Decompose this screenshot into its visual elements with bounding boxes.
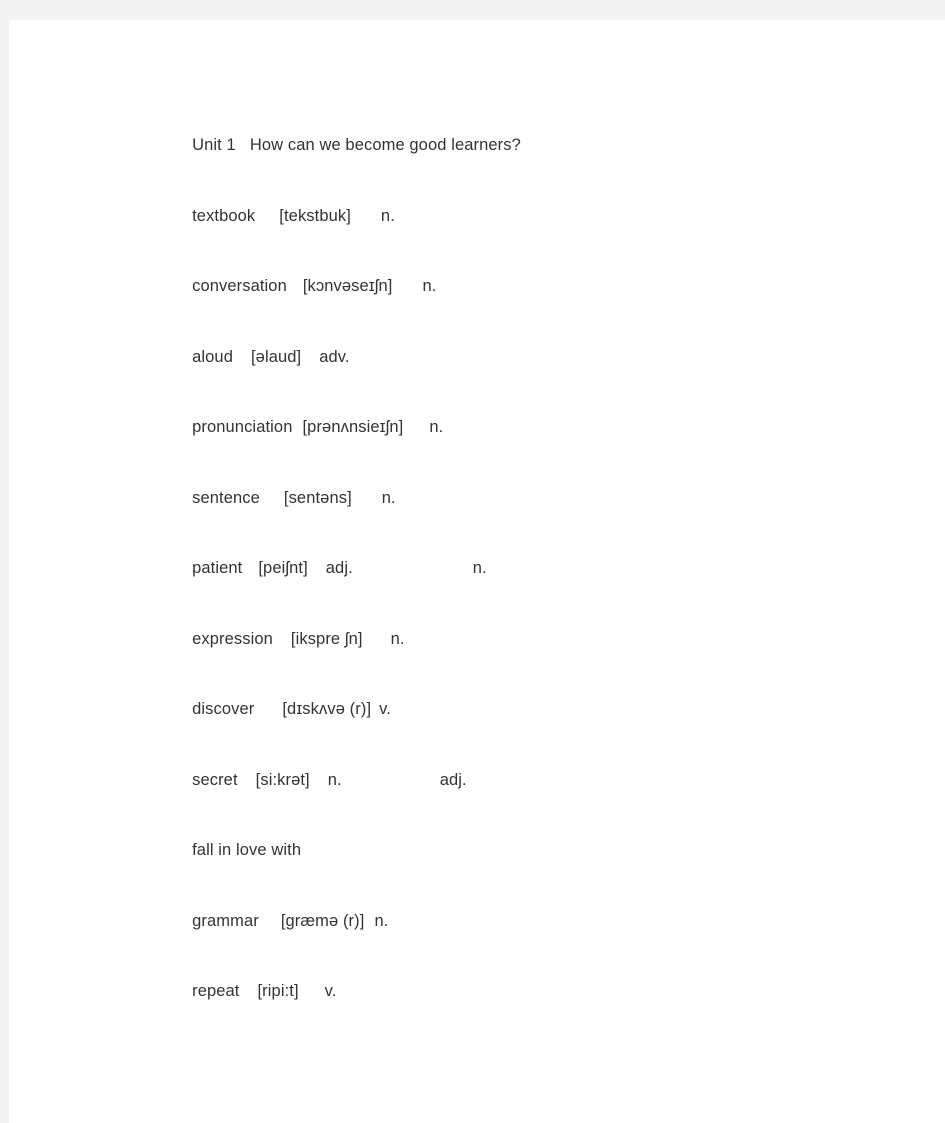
vocab-entry-fall-in-love-with: fall in love with xyxy=(164,817,904,888)
unit-heading-text: Unit 1 How can we become good learners? xyxy=(192,136,521,154)
vocab-part-of-speech: n. xyxy=(380,206,395,225)
vocab-part-of-speech: adv. xyxy=(319,347,350,366)
vocab-part-of-speech: v. xyxy=(379,700,391,718)
vocab-part-of-speech: n. xyxy=(422,277,437,295)
vocab-entry-grammar: grammar [græmə (r)] n. xyxy=(164,888,904,959)
vocab-word: sentence xyxy=(192,488,260,507)
vocab-phonetic: [əlaud] xyxy=(250,347,302,366)
unit-heading: Unit 1 How can we become good learners? xyxy=(164,112,904,183)
vocab-entry-aloud: aloud [əlaud] adv. xyxy=(164,324,904,395)
vocab-entry-expression: expression [ikspre ʃn] n. xyxy=(164,606,904,677)
vocab-phonetic: [dɪskʌvə (r)] xyxy=(282,700,372,718)
vocabulary-list: Unit 1 How can we become good learners? … xyxy=(164,112,904,1029)
vocab-phonetic: [tekstbuk] xyxy=(279,206,351,225)
vocab-part-of-speech: n. xyxy=(327,770,342,789)
vocab-word: repeat xyxy=(192,982,240,1000)
vocab-phonetic: [ripi:t] xyxy=(257,982,299,1000)
vocab-phonetic: [sentəns] xyxy=(283,488,352,507)
vocab-part-of-speech: adj. xyxy=(325,559,353,577)
vocab-word: secret xyxy=(192,770,238,789)
vocab-entry-sentence: sentence [sentəns] n. xyxy=(164,465,904,536)
vocab-word: fall in love with xyxy=(192,841,302,859)
vocab-word: discover xyxy=(192,700,255,718)
vocab-word: conversation xyxy=(192,277,287,295)
vocab-entry-secret: secret [si:krət] n. adj. xyxy=(164,747,904,818)
vocab-part-of-speech-secondary: n. xyxy=(472,559,487,577)
vocab-part-of-speech: n. xyxy=(374,911,389,930)
vocab-word: expression xyxy=(192,629,273,648)
vocab-part-of-speech: n. xyxy=(381,488,396,507)
vocab-phonetic: [peiʃnt] xyxy=(258,559,308,577)
vocab-phonetic: [kɔnvəseɪʃn] xyxy=(302,277,393,295)
vocab-entry-patient: patient [peiʃnt] adj. n. xyxy=(164,535,904,606)
vocab-entry-repeat: repeat [ripi:t] v. xyxy=(164,958,904,1029)
vocab-word: patient xyxy=(192,559,243,577)
document-page: Unit 1 How can we become good learners? … xyxy=(9,20,945,1123)
vocab-word: aloud xyxy=(192,347,233,366)
vocab-phonetic: [prənʌnsieɪʃn] xyxy=(302,418,404,436)
vocab-entry-pronunciation: pronunciation [prənʌnsieɪʃn] n. xyxy=(164,394,904,465)
vocab-phonetic: [ikspre ʃn] xyxy=(290,629,363,648)
vocab-phonetic: [si:krət] xyxy=(255,770,310,789)
vocab-part-of-speech: n. xyxy=(390,629,405,648)
vocab-entry-discover: discover [dɪskʌvə (r)] v. xyxy=(164,676,904,747)
vocab-word: grammar xyxy=(192,911,259,930)
vocab-entry-conversation: conversation [kɔnvəseɪʃn] n. xyxy=(164,253,904,324)
vocab-part-of-speech: v. xyxy=(324,982,337,1000)
vocab-word: textbook xyxy=(192,206,256,225)
vocab-word: pronunciation xyxy=(192,418,293,436)
vocab-entry-textbook: textbook [tekstbuk] n. xyxy=(164,183,904,254)
vocab-part-of-speech-secondary: adj. xyxy=(439,770,467,789)
vocab-part-of-speech: n. xyxy=(429,418,444,436)
vocab-phonetic: [græmə (r)] xyxy=(280,911,365,930)
